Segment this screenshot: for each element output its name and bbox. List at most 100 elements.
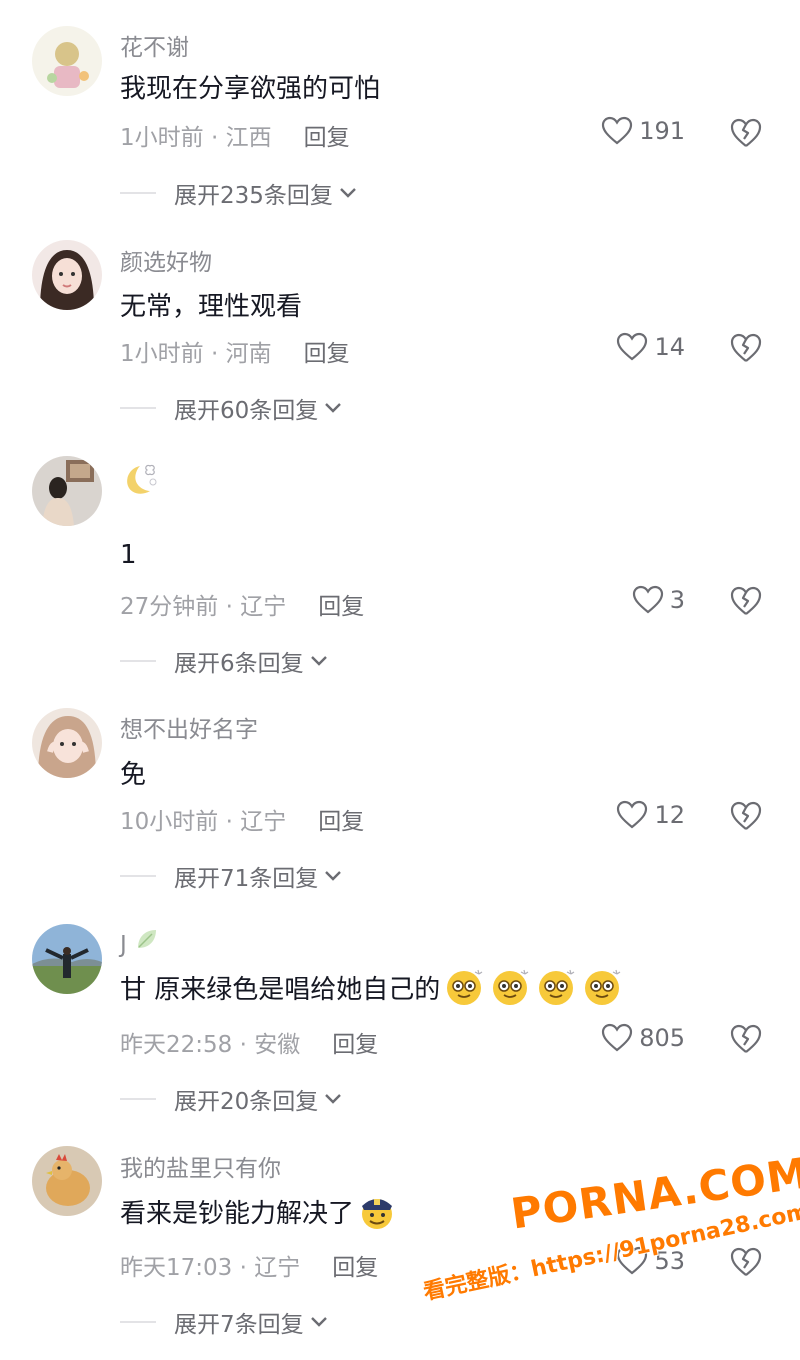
expand-replies-label: 展开235条回复: [174, 183, 333, 209]
heart-icon: [602, 116, 633, 145]
chevron-down-icon: [310, 1317, 327, 1327]
avatar[interactable]: [32, 26, 102, 96]
comment-text: 我现在分享欲强的可怕: [120, 74, 381, 104]
like-button[interactable]: 805: [601, 1023, 685, 1053]
comment-username[interactable]: 花不谢: [120, 28, 189, 62]
broken-heart-icon[interactable]: [729, 800, 763, 832]
avatar[interactable]: [32, 456, 102, 526]
reply-button[interactable]: 回复: [304, 341, 350, 367]
avatar[interactable]: [32, 924, 102, 994]
comment-meta: 10小时前 · 辽宁 回复: [120, 802, 364, 836]
expand-replies-label: 展开6条回复: [174, 651, 304, 677]
expand-replies-label: 展开60条回复: [174, 398, 319, 424]
heart-icon: [617, 332, 648, 361]
broken-heart-icon[interactable]: [729, 585, 763, 617]
reply-button[interactable]: 回复: [318, 809, 364, 835]
chevron-down-icon: [325, 1094, 342, 1104]
comment-text: 看来是钞能力解决了: [120, 1190, 402, 1232]
like-button[interactable]: 191: [601, 116, 685, 146]
comment-meta: 1小时前 · 河南 回复: [120, 334, 350, 368]
like-button[interactable]: 14: [616, 332, 685, 362]
divider-line: [120, 1321, 156, 1323]
meta-separator: ·: [232, 1032, 255, 1058]
broken-heart-icon[interactable]: [729, 117, 763, 149]
comment-time: 昨天17:03: [120, 1255, 233, 1281]
comment-username[interactable]: 颜选好物: [120, 243, 212, 277]
comment-username[interactable]: 想不出好名字: [120, 710, 258, 744]
comment-text: 免: [120, 760, 147, 790]
comment-time: 1小时前: [120, 125, 204, 151]
dizzy-smile-emoji: [447, 969, 483, 1005]
like-count: 805: [639, 1024, 685, 1052]
comment-username[interactable]: 我的盐里只有你: [120, 1149, 281, 1183]
comment-location: 辽宁: [240, 594, 287, 620]
like-count: 14: [654, 333, 685, 361]
meta-separator: ·: [203, 341, 226, 367]
comment-username[interactable]: [120, 460, 166, 504]
like-button[interactable]: 12: [616, 800, 685, 830]
divider-line: [120, 1098, 156, 1100]
comment-time: 27分钟前: [120, 594, 219, 620]
comment-username[interactable]: J: [120, 926, 160, 958]
dizzy-smile-emoji: [493, 969, 529, 1005]
expand-replies-button[interactable]: 展开7条回复: [120, 1305, 328, 1339]
chevron-down-icon: [340, 188, 356, 198]
dizzy-smile-emoji: [585, 969, 621, 1005]
expand-replies-label: 展开20条回复: [174, 1089, 319, 1115]
broken-heart-icon[interactable]: [729, 332, 763, 364]
comment-text: 无常，理性观看: [120, 292, 303, 322]
comment-location: 安徽: [254, 1032, 301, 1058]
comment-meta: 昨天17:03 · 辽宁 回复: [120, 1248, 378, 1282]
avatar[interactable]: [32, 708, 102, 778]
chevron-down-icon: [325, 403, 342, 413]
avatar[interactable]: [32, 240, 102, 310]
like-count: 3: [669, 586, 685, 614]
meta-separator: ·: [218, 594, 241, 620]
like-count: 12: [654, 801, 685, 829]
expand-replies-button[interactable]: 展开71条回复: [120, 859, 342, 893]
comment-meta: 27分钟前 · 辽宁 回复: [120, 587, 364, 621]
like-count: 53: [654, 1247, 685, 1275]
like-button[interactable]: 3: [632, 585, 685, 615]
comment-time: 10小时前: [120, 809, 219, 835]
heart-icon: [617, 1246, 648, 1275]
broken-heart-icon[interactable]: [729, 1023, 763, 1055]
meta-separator: ·: [218, 809, 241, 835]
comment-location: 江西: [225, 125, 272, 151]
like-button[interactable]: 53: [616, 1246, 685, 1276]
comment-location: 辽宁: [254, 1255, 301, 1281]
broken-heart-icon[interactable]: [729, 1246, 763, 1278]
meta-separator: ·: [203, 125, 226, 151]
expand-replies-button[interactable]: 展开20条回复: [120, 1082, 342, 1116]
expand-replies-button[interactable]: 展开60条回复: [120, 391, 342, 425]
comment-time: 昨天22:58: [120, 1032, 233, 1058]
expand-replies-label: 展开7条回复: [174, 1312, 304, 1338]
divider-line: [120, 660, 156, 662]
expand-replies-label: 展开71条回复: [174, 866, 319, 892]
comment-location: 河南: [225, 341, 272, 367]
leaf-icon: [138, 930, 157, 948]
expand-replies-button[interactable]: 展开235条回复: [120, 176, 357, 210]
divider-line: [120, 875, 156, 877]
divider-line: [120, 407, 156, 409]
avatar[interactable]: [32, 1146, 102, 1216]
like-count: 191: [639, 117, 685, 145]
meta-separator: ·: [232, 1255, 255, 1281]
reply-button[interactable]: 回复: [304, 125, 350, 151]
watermark-brand: PORNA.COM: [508, 1148, 800, 1239]
expand-replies-button[interactable]: 展开6条回复: [120, 644, 328, 678]
reply-button[interactable]: 回复: [332, 1032, 378, 1058]
heart-icon: [602, 1023, 633, 1052]
heart-icon: [632, 585, 663, 614]
chevron-down-icon: [310, 656, 327, 666]
comment-text: 1: [120, 540, 137, 570]
crescent-moon-icon: [127, 464, 157, 494]
comment-meta: 1小时前 · 江西 回复: [120, 118, 350, 152]
dizzy-smile-emoji: [539, 969, 575, 1005]
comment-meta: 昨天22:58 · 安徽 回复: [120, 1025, 378, 1059]
reply-button[interactable]: 回复: [318, 594, 364, 620]
heart-icon: [617, 800, 648, 829]
comment-time: 1小时前: [120, 341, 204, 367]
comment-text: 甘 原来绿色是唱给她自己的: [120, 966, 628, 1008]
reply-button[interactable]: 回复: [332, 1255, 378, 1281]
